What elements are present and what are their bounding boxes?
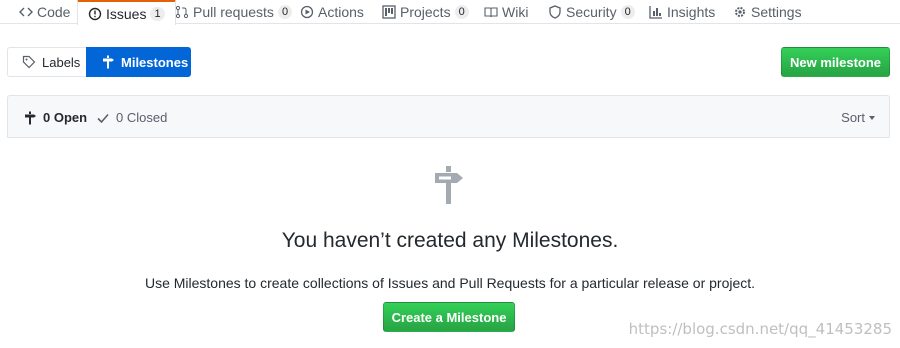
play-icon xyxy=(300,5,314,19)
tab-settings[interactable]: Settings xyxy=(733,0,802,24)
tab-label: Settings xyxy=(751,4,802,20)
code-icon xyxy=(19,5,33,19)
milestone-icon xyxy=(433,166,465,204)
tab-label: Code xyxy=(37,4,71,20)
tab-wiki[interactable]: Wiki xyxy=(484,0,528,24)
pull-request-icon xyxy=(175,5,189,19)
shield-icon xyxy=(548,5,562,19)
tab-label: Wiki xyxy=(502,4,529,20)
open-count: 0 Open xyxy=(43,110,88,125)
tab-projects[interactable]: Projects 0 xyxy=(382,0,469,24)
tab-security[interactable]: Security 0 xyxy=(548,0,635,24)
issue-icon xyxy=(88,7,102,21)
milestones-filter-bar: 0 Open 0 Closed Sort xyxy=(7,95,890,138)
labels-tab[interactable]: Labels xyxy=(7,47,86,77)
pull-requests-counter: 0 xyxy=(277,5,293,19)
new-milestone-button[interactable]: New milestone xyxy=(781,47,890,77)
security-counter: 0 xyxy=(620,5,635,19)
issues-counter: 1 xyxy=(150,6,165,21)
check-icon xyxy=(96,111,110,125)
tag-icon xyxy=(22,55,36,69)
gear-icon xyxy=(733,5,747,19)
sort-dropdown[interactable]: Sort xyxy=(841,96,875,139)
tab-issues[interactable]: Issues 1 xyxy=(77,0,176,25)
tab-label: Pull requests xyxy=(193,4,274,20)
blankslate-description: Use Milestones to create collections of … xyxy=(144,275,756,291)
milestone-icon xyxy=(101,55,115,69)
graph-icon xyxy=(649,5,663,19)
tab-label: Security xyxy=(566,4,617,20)
labels-milestones-switcher: Labels Milestones xyxy=(7,47,191,77)
tab-code[interactable]: Code xyxy=(19,0,70,24)
closed-count: 0 Closed xyxy=(116,110,168,125)
projects-counter: 0 xyxy=(454,5,469,19)
tab-pull-requests[interactable]: Pull requests 0 xyxy=(175,0,293,24)
blankslate-title: You haven’t created any Milestones. xyxy=(281,229,619,252)
milestones-label: Milestones xyxy=(121,54,189,70)
tab-label: Projects xyxy=(400,4,451,20)
repo-nav: Code Issues 1 Pull requests 0 Actions Pr… xyxy=(0,0,900,25)
book-icon xyxy=(484,5,498,19)
milestones-tab[interactable]: Milestones xyxy=(86,47,191,77)
watermark: https://blog.csdn.net/qq_41453285 xyxy=(628,320,892,338)
create-milestone-button[interactable]: Create a Milestone xyxy=(383,302,515,332)
sort-label: Sort xyxy=(841,110,865,125)
labels-label: Labels xyxy=(42,54,81,70)
open-filter[interactable]: 0 Open xyxy=(23,96,87,139)
tab-insights[interactable]: Insights xyxy=(649,0,715,24)
tab-label: Issues xyxy=(106,5,147,22)
tab-label: Insights xyxy=(667,4,716,20)
closed-filter[interactable]: 0 Closed xyxy=(96,96,167,139)
project-icon xyxy=(382,5,396,19)
tab-label: Actions xyxy=(318,4,364,20)
caret-down-icon xyxy=(869,116,875,120)
tab-actions[interactable]: Actions xyxy=(300,0,364,24)
milestone-icon xyxy=(23,111,37,125)
